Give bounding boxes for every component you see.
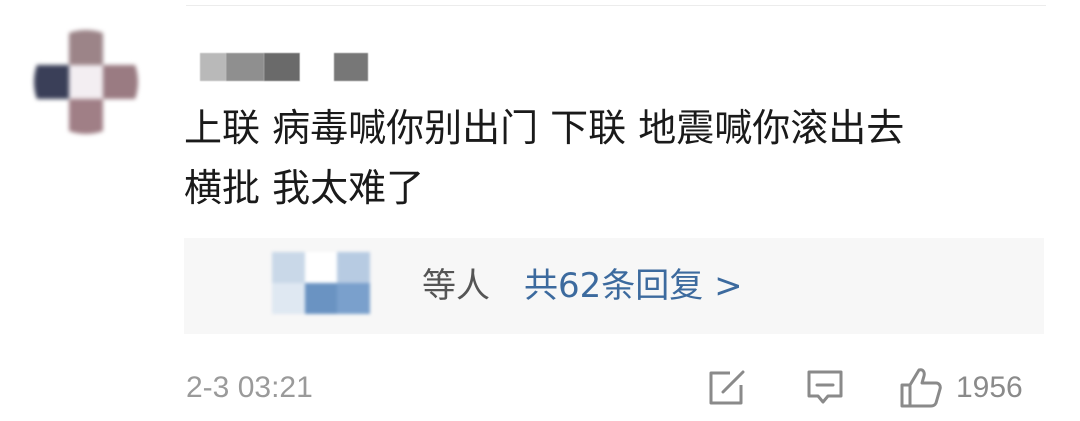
like-button[interactable]: 1956 [898, 366, 1023, 410]
comment-button[interactable] [804, 366, 846, 410]
comment-text: 上联 病毒喊你别出门 下联 地震喊你滚出去 横批 我太难了 [184, 106, 905, 210]
divider [186, 5, 1046, 6]
reply-names-suffix: 等人 [422, 266, 490, 306]
reply-preview[interactable]: 等人 共62条回复 > [184, 238, 1044, 334]
view-replies-link[interactable]: 共62条回复 > [524, 264, 743, 308]
reply-avatars [272, 252, 370, 314]
like-count: 1956 [956, 371, 1023, 404]
avatar[interactable] [34, 30, 138, 134]
share-button[interactable] [706, 366, 748, 410]
comment-icon [807, 370, 843, 404]
thumbs-up-icon [900, 368, 942, 408]
timestamp: 2-3 03:21 [186, 371, 313, 404]
username[interactable] [200, 52, 368, 82]
comment-card: 上联 病毒喊你别出门 下联 地震喊你滚出去 横批 我太难了 等人 共62条回复 … [0, 0, 1080, 421]
share-edit-icon [709, 370, 745, 405]
